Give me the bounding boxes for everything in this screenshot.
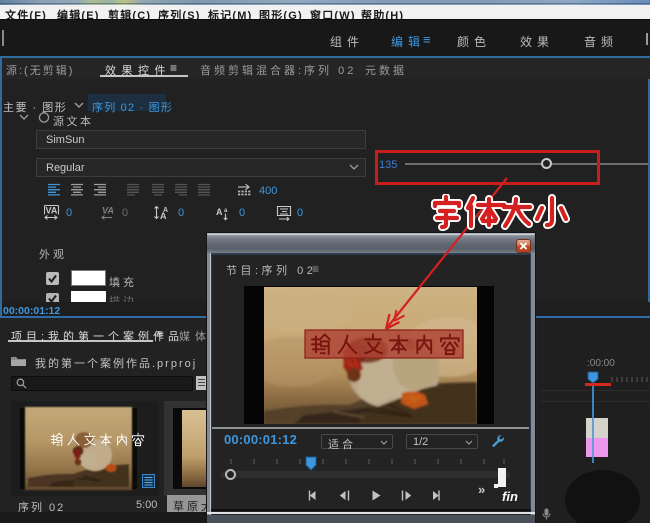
svg-text:VA: VA: [102, 206, 114, 216]
svg-text:A: A: [163, 207, 168, 214]
svg-text:VA: VA: [46, 206, 58, 216]
svg-text:a: a: [224, 208, 228, 214]
svg-text:A: A: [216, 207, 223, 217]
